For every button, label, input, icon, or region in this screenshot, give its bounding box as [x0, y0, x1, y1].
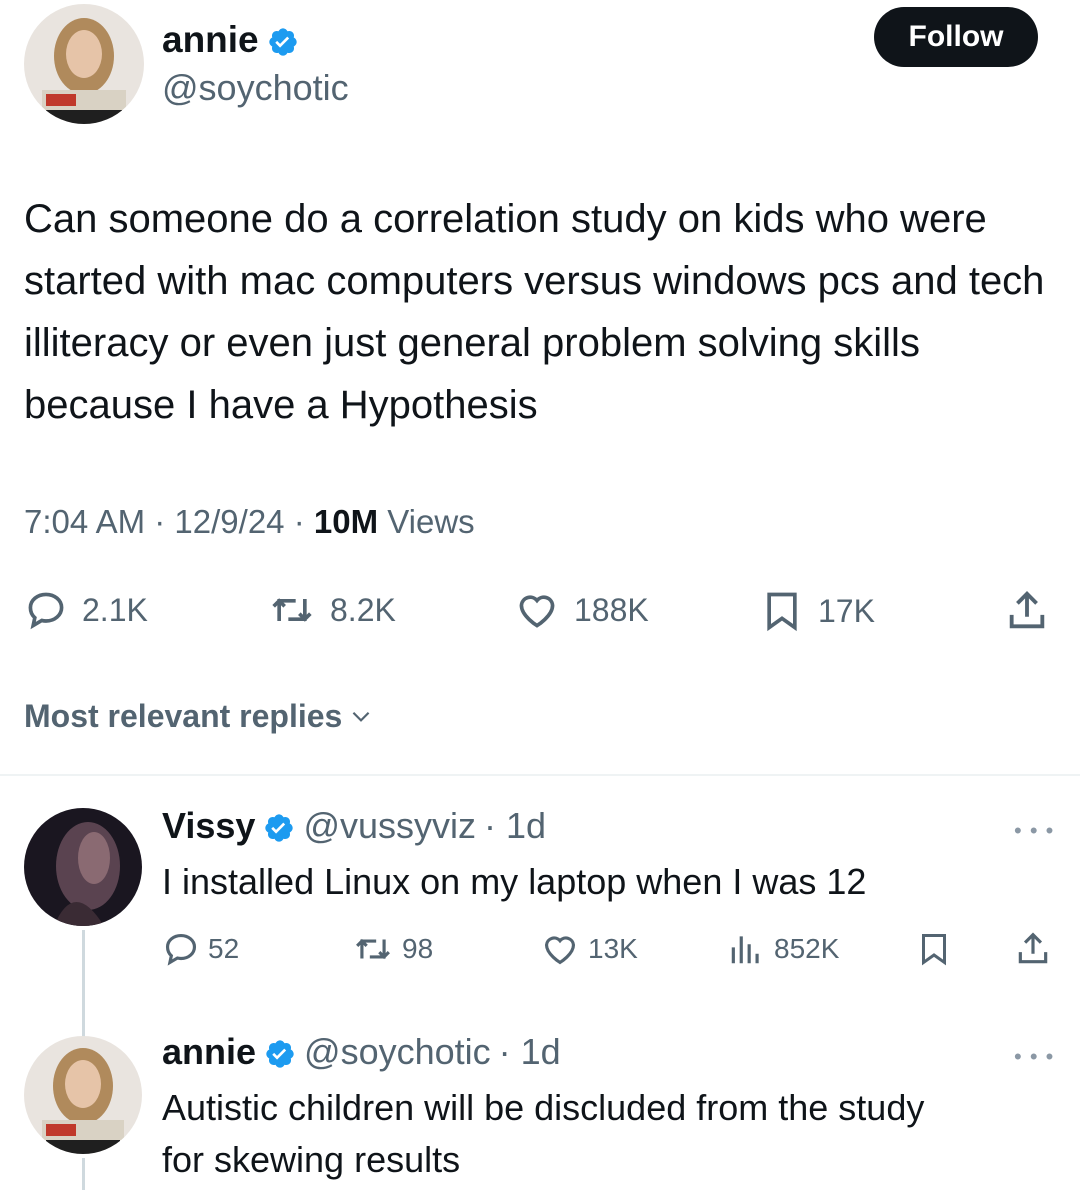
replies-sort-dropdown[interactable]: Most relevant replies: [24, 694, 374, 738]
repost-count: 8.2K: [330, 592, 396, 628]
reply-avatar[interactable]: [24, 1036, 142, 1154]
reply-count: 2.1K: [82, 592, 148, 628]
like-action[interactable]: 188K: [514, 588, 649, 632]
chevron-down-icon: [352, 711, 370, 722]
reply-author-name[interactable]: annie: [162, 1030, 256, 1074]
heart-icon: [519, 595, 555, 628]
replies-sort-label: Most relevant replies: [24, 698, 343, 734]
repost-icon: [272, 598, 312, 622]
reply-author-handle[interactable]: @vussyviz: [303, 804, 476, 848]
verified-badge-icon: [267, 24, 299, 56]
follow-button[interactable]: Follow: [874, 7, 1038, 67]
reply-count: 52: [208, 933, 240, 964]
views-count: 852K: [774, 933, 840, 964]
reply-header: Vissy @vussyviz · 1d: [162, 804, 546, 848]
thread-line: [82, 930, 85, 1040]
more-options-icon[interactable]: • • •: [1014, 1044, 1054, 1070]
reply-text-line-2: for skewing results: [162, 1139, 461, 1180]
meta-separator: ·: [154, 503, 166, 540]
meta-separator: ·: [293, 503, 305, 540]
reply-avatar[interactable]: [24, 808, 142, 926]
heart-icon: [544, 936, 576, 965]
repost-icon: [356, 938, 390, 960]
verified-badge-icon: [264, 1036, 296, 1068]
views-label: Views: [387, 503, 475, 540]
tweet-time[interactable]: 7:04 AM: [24, 503, 145, 540]
bookmark-icon: [767, 592, 797, 632]
reply-icon: [28, 592, 64, 630]
analytics-icon: [731, 936, 759, 964]
bookmark-count: 17K: [818, 593, 875, 629]
like-count: 13K: [588, 933, 638, 964]
reply-text: I installed Linux on my laptop when I wa…: [162, 861, 867, 902]
divider: [0, 774, 1080, 776]
reply-age[interactable]: · 1d: [484, 804, 546, 848]
share-icon[interactable]: [1014, 930, 1052, 973]
bookmark-icon[interactable]: [916, 930, 952, 973]
reply-action[interactable]: 2.1K: [24, 588, 148, 632]
author-handle[interactable]: @soychotic: [162, 66, 349, 110]
share-icon[interactable]: [1004, 588, 1050, 639]
author-name-row[interactable]: annie: [162, 18, 299, 62]
thread-line: [82, 1158, 85, 1190]
views-action[interactable]: 852K: [726, 930, 839, 968]
reply-age[interactable]: · 1d: [499, 1030, 561, 1074]
repost-action[interactable]: 8.2K: [268, 588, 396, 632]
verified-badge-icon: [263, 810, 295, 842]
reply-author-name[interactable]: Vissy: [162, 804, 255, 848]
bookmark-action[interactable]: 17K: [760, 588, 875, 634]
author-avatar[interactable]: [24, 4, 144, 124]
views-count: 10M: [313, 503, 379, 540]
reply-text-line-1: Autistic children will be discluded from…: [162, 1087, 925, 1128]
repost-count: 98: [402, 933, 434, 964]
reply-header: annie @soychotic · 1d: [162, 1030, 561, 1074]
repost-action[interactable]: 98: [352, 930, 433, 968]
tweet-text: Can someone do a correlation study on ki…: [24, 197, 1045, 427]
tweet-date[interactable]: 12/9/24: [174, 503, 284, 540]
more-options-icon[interactable]: • • •: [1014, 818, 1054, 844]
reply-action[interactable]: 52: [162, 930, 239, 968]
author-name[interactable]: annie: [162, 18, 259, 62]
reply-author-handle[interactable]: @soychotic: [304, 1030, 491, 1074]
tweet-meta: 7:04 AM · 12/9/24 · 10M Views: [24, 500, 475, 544]
like-action[interactable]: 13K: [540, 930, 638, 968]
like-count: 188K: [574, 592, 649, 628]
reply-icon: [165, 933, 197, 966]
